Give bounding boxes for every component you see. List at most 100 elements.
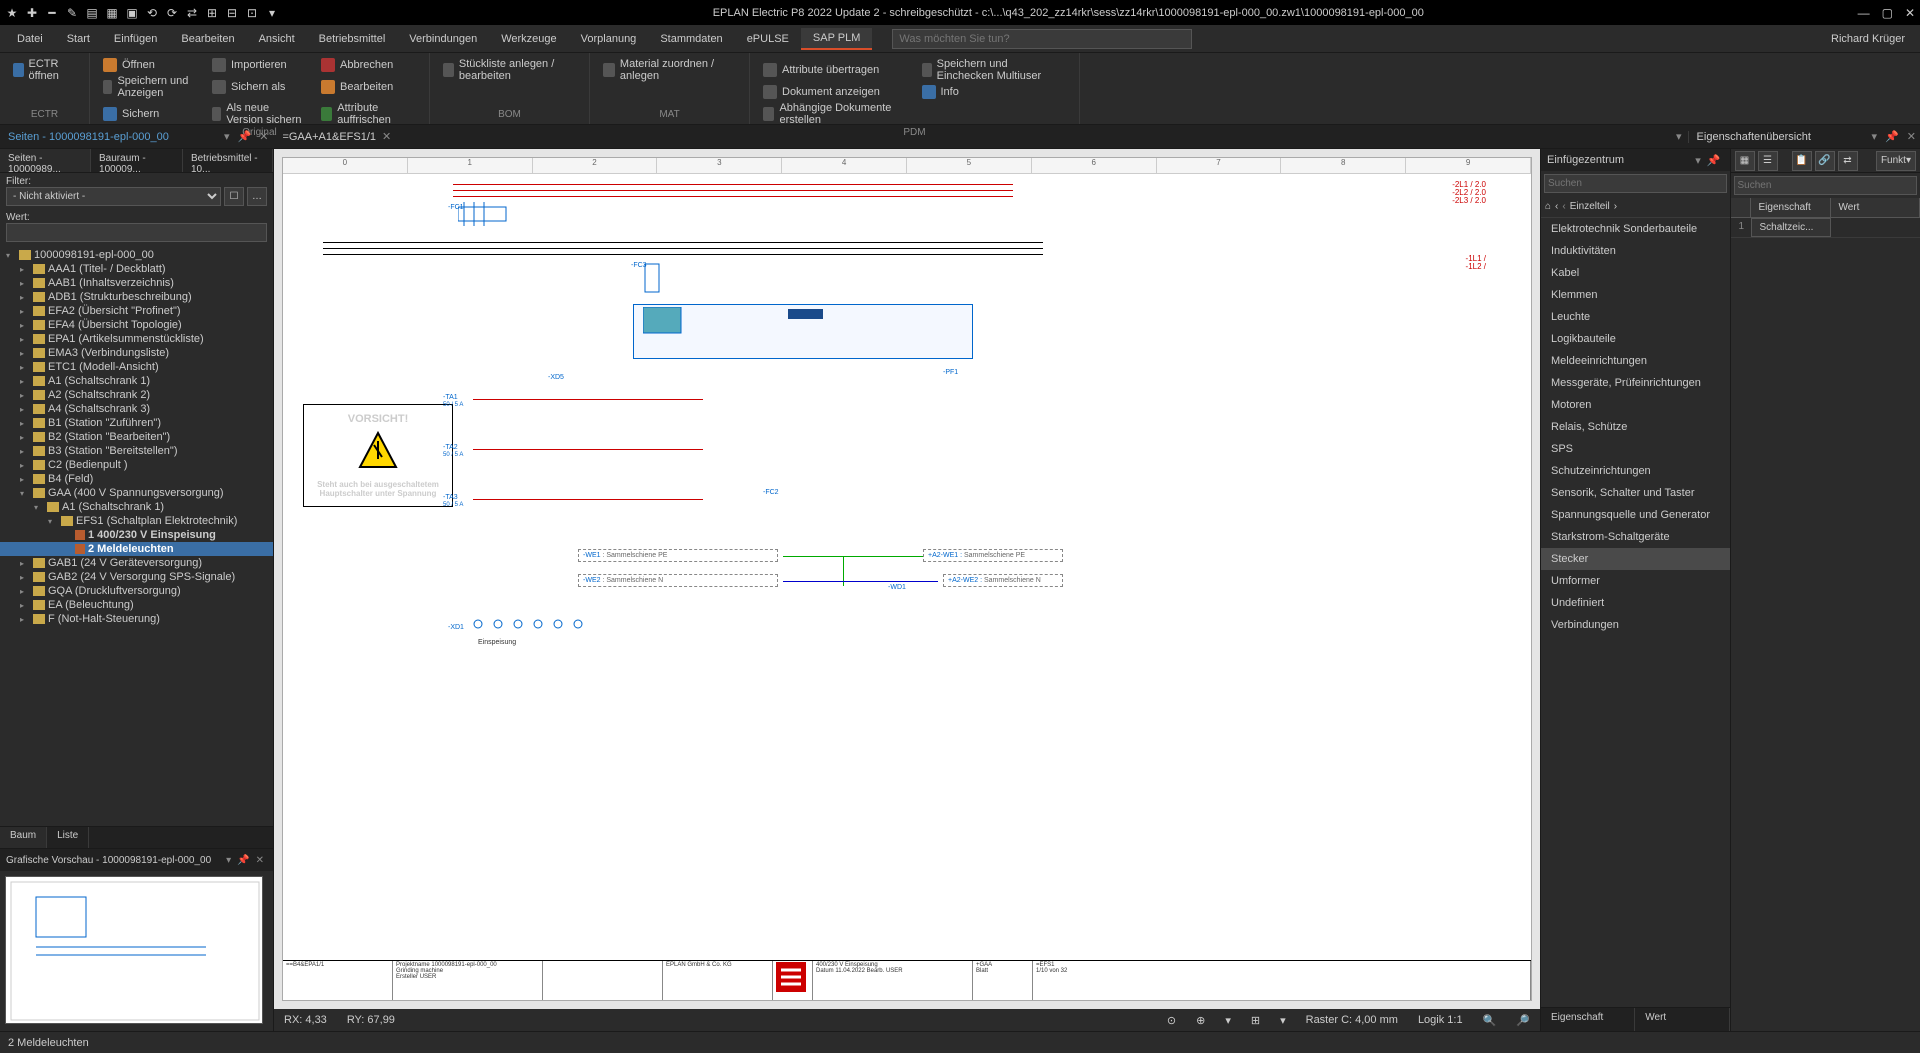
zoom-out-icon[interactable]: 🔎: [1516, 1014, 1530, 1027]
close-button[interactable]: ✕: [1905, 6, 1915, 20]
col-eigenschaft[interactable]: Eigenschaft: [1751, 198, 1831, 217]
tree-item[interactable]: ▸EPA1 (Artikelsummenstückliste): [0, 332, 273, 346]
tree-expander-icon[interactable]: ▾: [6, 251, 16, 260]
save-checkin-button[interactable]: Speichern und Einchecken Multiuser: [919, 57, 1070, 83]
tab-baum[interactable]: Baum: [0, 827, 47, 848]
tree-item[interactable]: ▸GAB2 (24 V Versorgung SPS-Signale): [0, 570, 273, 584]
tree-expander-icon[interactable]: ▸: [20, 475, 30, 484]
tree-item[interactable]: ▾1000098191-epl-000_00: [0, 248, 273, 262]
tree-item[interactable]: 2 Meldeleuchten: [0, 542, 273, 556]
link-button[interactable]: 🔗: [1815, 151, 1835, 171]
tree-expander-icon[interactable]: ▸: [20, 559, 30, 568]
tree-item[interactable]: ▸B4 (Feld): [0, 472, 273, 486]
qat-icon[interactable]: ⟲: [145, 6, 159, 20]
tree-expander-icon[interactable]: ▸: [20, 447, 30, 456]
schematic-page[interactable]: 0123456789 -2L1 / 2.0 -2L2 / 2.0 -2L3 / …: [282, 157, 1532, 1001]
grid-icon[interactable]: ⊞: [1251, 1014, 1260, 1027]
document-tab[interactable]: =GAA+A1&EFS1/1 ✕: [272, 130, 401, 143]
save-show-button[interactable]: Speichern und Anzeigen: [100, 74, 201, 100]
search-input[interactable]: [892, 29, 1192, 49]
tree-item[interactable]: ▸GAB1 (24 V Geräteversorgung): [0, 556, 273, 570]
panel-dropdown-icon[interactable]: ▾: [223, 855, 234, 866]
menu-sap-plm[interactable]: SAP PLM: [801, 28, 873, 50]
category-item[interactable]: Undefiniert: [1541, 592, 1730, 614]
menu-datei[interactable]: Datei: [5, 29, 55, 49]
filter-more-button[interactable]: …: [247, 187, 267, 206]
tree-item[interactable]: ▸A2 (Schaltschrank 2): [0, 388, 273, 402]
category-item[interactable]: Sensorik, Schalter und Taster: [1541, 482, 1730, 504]
snap-dropdown-icon[interactable]: ▾: [1225, 1014, 1231, 1027]
category-item[interactable]: Starkstrom-Schaltgeräte: [1541, 526, 1730, 548]
attr-transfer-button[interactable]: Attribute übertragen: [760, 57, 911, 83]
tree-item[interactable]: ▸B2 (Station "Bearbeiten"): [0, 430, 273, 444]
category-item[interactable]: Umformer: [1541, 570, 1730, 592]
menu-bearbeiten[interactable]: Bearbeiten: [169, 29, 246, 49]
tree-item[interactable]: ▸B1 (Station "Zuführen"): [0, 416, 273, 430]
category-item[interactable]: Kabel: [1541, 262, 1730, 284]
tree-expander-icon[interactable]: ▸: [20, 461, 30, 470]
copy-button[interactable]: 📋: [1792, 151, 1812, 171]
qat-icon[interactable]: ⊟: [225, 6, 239, 20]
schematic-viewport[interactable]: 0123456789 -2L1 / 2.0 -2L2 / 2.0 -2L3 / …: [274, 149, 1540, 1031]
info-button[interactable]: Info: [919, 84, 1070, 100]
category-item[interactable]: Verbindungen: [1541, 614, 1730, 636]
category-item[interactable]: SPS: [1541, 438, 1730, 460]
category-item[interactable]: Schutzeinrichtungen: [1541, 460, 1730, 482]
left-tab-bauraum[interactable]: Bauraum - 100009...: [91, 149, 183, 172]
category-item[interactable]: Messgeräte, Prüfeinrichtungen: [1541, 372, 1730, 394]
wert-input[interactable]: [6, 223, 267, 242]
home-icon[interactable]: ⌂: [1545, 201, 1551, 212]
category-list[interactable]: Elektrotechnik SonderbauteileInduktivitä…: [1541, 218, 1730, 1007]
func-dropdown[interactable]: Funkt ▾: [1876, 151, 1916, 171]
tree-expander-icon[interactable]: ▾: [34, 503, 44, 512]
qat-icon[interactable]: ⊞: [205, 6, 219, 20]
left-tab-betriebsmittel[interactable]: Betriebsmittel - 10...: [183, 149, 273, 172]
save-as-button[interactable]: Sichern als: [209, 74, 310, 100]
tree-item[interactable]: ▸A4 (Schaltschrank 3): [0, 402, 273, 416]
qat-icon[interactable]: ⊡: [245, 6, 259, 20]
maximize-button[interactable]: ▢: [1882, 6, 1893, 20]
tree-item[interactable]: ▸ETC1 (Modell-Ansicht): [0, 360, 273, 374]
bom-button[interactable]: Stückliste anlegen / bearbeiten: [440, 57, 579, 83]
tree-item[interactable]: ▸ADB1 (Strukturbeschreibung): [0, 290, 273, 304]
dep-docs-button[interactable]: Abhängige Dokumente erstellen: [760, 101, 911, 127]
qat-icon[interactable]: ▣: [125, 6, 139, 20]
zoom-in-icon[interactable]: 🔍: [1483, 1014, 1497, 1027]
panel-pin-icon[interactable]: 📌: [234, 855, 252, 866]
qat-icon[interactable]: ⟳: [165, 6, 179, 20]
category-item[interactable]: Relais, Schütze: [1541, 416, 1730, 438]
breadcrumb-item[interactable]: Einzelteil: [1570, 201, 1610, 212]
tree-expander-icon[interactable]: ▸: [20, 419, 30, 428]
tree-item[interactable]: ▸EA (Beleuchtung): [0, 598, 273, 612]
tree-expander-icon[interactable]: ▸: [20, 573, 30, 582]
tree-item[interactable]: ▸B3 (Station "Bereitstellen"): [0, 444, 273, 458]
tree-item[interactable]: ▸AAB1 (Inhaltsverzeichnis): [0, 276, 273, 290]
props-row[interactable]: 1 Schaltzeic...: [1731, 218, 1920, 238]
open-button[interactable]: Öffnen: [100, 57, 201, 73]
menu-werkzeuge[interactable]: Werkzeuge: [489, 29, 568, 49]
panel-close-icon[interactable]: ✕: [253, 855, 267, 866]
edit-button[interactable]: Bearbeiten: [318, 74, 419, 100]
user-label[interactable]: Richard Krüger: [1821, 33, 1915, 45]
qat-icon[interactable]: ▤: [85, 6, 99, 20]
qat-icon[interactable]: ★: [5, 6, 19, 20]
snap-icon[interactable]: ⊙: [1167, 1014, 1176, 1027]
category-item[interactable]: Leuchte: [1541, 306, 1730, 328]
tree-expander-icon[interactable]: ▸: [20, 587, 30, 596]
menu-vorplanung[interactable]: Vorplanung: [569, 29, 649, 49]
col-wert[interactable]: Wert: [1831, 198, 1920, 217]
tree-expander-icon[interactable]: ▸: [20, 601, 30, 610]
category-item[interactable]: Induktivitäten: [1541, 240, 1730, 262]
category-item[interactable]: Elektrotechnik Sonderbauteile: [1541, 218, 1730, 240]
minimize-button[interactable]: —: [1858, 6, 1870, 20]
tree-expander-icon[interactable]: ▾: [20, 489, 30, 498]
view-grid-button[interactable]: ▦: [1735, 151, 1755, 171]
qat-icon[interactable]: ━: [45, 6, 59, 20]
tree-expander-icon[interactable]: ▸: [20, 321, 30, 330]
props-search-input[interactable]: [1734, 176, 1918, 195]
tree-item[interactable]: ▸A1 (Schaltschrank 1): [0, 374, 273, 388]
mat-button[interactable]: Material zuordnen / anlegen: [600, 57, 739, 83]
tree-item[interactable]: ▸C2 (Bedienpult ): [0, 458, 273, 472]
tree-item[interactable]: ▾GAA (400 V Spannungsversorgung): [0, 486, 273, 500]
panel-pin-icon[interactable]: 📌: [234, 130, 256, 143]
